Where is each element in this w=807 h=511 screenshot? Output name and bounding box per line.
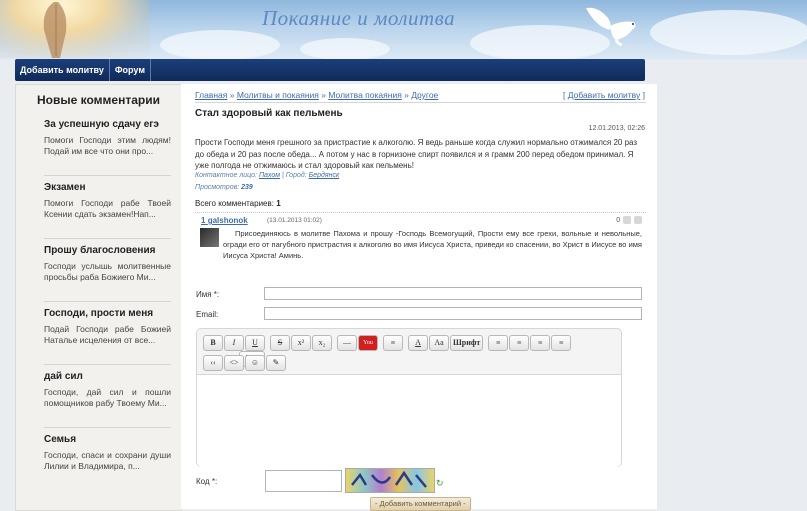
breadcrumb-separator: » bbox=[229, 90, 235, 100]
font-size-select[interactable]: Aa bbox=[429, 335, 449, 351]
sidebar-comment-item: Семья Господи, спаси и сохрани души Лили… bbox=[44, 428, 171, 490]
smiley-button[interactable]: ☺ bbox=[245, 355, 265, 371]
contact-label: Контактное лицо: bbox=[195, 172, 257, 179]
post-body: Прости Господи меня грешного за пристрас… bbox=[195, 138, 638, 170]
sidebar-comment-item: Господи, прости меня Подай Господи рабе … bbox=[44, 302, 171, 365]
post-views: Просмотров: 239 bbox=[195, 184, 253, 191]
sidebar-comment-text: Господи, спаси и сохрани души Лилии и Вл… bbox=[44, 450, 171, 471]
align-left-button[interactable]: ≡ bbox=[488, 335, 509, 351]
font-family-select[interactable]: Шрифт bbox=[450, 335, 484, 351]
total-comments-label: Всего комментариев: bbox=[195, 199, 274, 208]
post-date: 12.01.2013, 02:26 bbox=[588, 125, 645, 132]
breadcrumb-repentance[interactable]: Молитва покаяния bbox=[328, 90, 401, 100]
site-header: Покаяние и молитва bbox=[0, 0, 807, 60]
hr-button[interactable]: — bbox=[337, 335, 357, 351]
sidebar-comment-title[interactable]: За успешную сдачу егэ bbox=[44, 119, 171, 130]
editor-toolbar-row2: ‹‹ <> ☺ ✎ bbox=[203, 355, 291, 371]
total-comments: Всего комментариев: 1 bbox=[195, 199, 281, 208]
breadcrumb-other[interactable]: Другое bbox=[411, 90, 438, 100]
sidebar-comment-title[interactable]: Экзамен bbox=[44, 182, 171, 193]
post-title: Стал здоровый как пельмень bbox=[195, 108, 343, 119]
sidebar-comment-text: Господи услышь молитвенные просьбы раба … bbox=[44, 261, 171, 282]
thumb-down-icon[interactable] bbox=[634, 216, 642, 224]
add-prayer-label[interactable]: Добавить молитву bbox=[568, 90, 641, 100]
sidebar-heading: Новые комментарии bbox=[37, 93, 160, 107]
city-name[interactable]: Бердянск bbox=[309, 172, 340, 179]
subscript-button[interactable]: x₂ bbox=[312, 335, 332, 351]
sidebar-comment-item: дай сил Господи, дай сил и пошли помощни… bbox=[44, 365, 171, 428]
main-nav: Добавить молитву Форум bbox=[15, 59, 645, 81]
views-count: 239 bbox=[241, 184, 253, 191]
contact-name[interactable]: Пахом bbox=[259, 172, 280, 179]
main-content: Главная » Молитвы и покаяния » Молитва п… bbox=[181, 84, 657, 511]
sidebar-comment-item: Прошу благословения Господи услышь молит… bbox=[44, 239, 171, 302]
sidebar-comment-item: За успешную сдачу егэ Помоги Господи эти… bbox=[44, 113, 171, 176]
comment-number: 1 bbox=[201, 216, 206, 225]
comment-author[interactable]: 1 galshonok bbox=[201, 216, 248, 225]
sidebar-comment-text: Подай Господи рабе Божией Наталье исцеле… bbox=[44, 324, 171, 345]
comment-item: 1 galshonok (13.01.2013 01:02) 0 Присоед… bbox=[195, 212, 646, 261]
nav-add-prayer[interactable]: Добавить молитву bbox=[15, 59, 110, 81]
sidebar-comment-title[interactable]: Господи, прости меня bbox=[44, 308, 171, 319]
align-right-button[interactable]: ≡ bbox=[530, 335, 551, 351]
post-meta: Контактное лицо: Пахом | Город: Бердянск bbox=[195, 172, 340, 179]
editor-toolbar-row1: B I U S x² x₂ — You ≡ A Aa Шрифт ≡ ≡ ≡ ≡ bbox=[203, 335, 621, 367]
breadcrumb: Главная » Молитвы и покаяния » Молитва п… bbox=[195, 90, 438, 100]
sidebar-new-comments: Новые комментарии За успешную сдачу егэ … bbox=[15, 84, 182, 511]
code-button[interactable]: <> bbox=[224, 355, 244, 371]
city-label: Город: bbox=[285, 172, 307, 179]
align-justify-button[interactable]: ≡ bbox=[551, 335, 572, 351]
thumb-up-icon[interactable] bbox=[623, 216, 632, 224]
quote-button[interactable]: ‹‹ bbox=[203, 355, 223, 371]
captcha-image bbox=[345, 468, 435, 493]
sidebar-comment-text: Помоги Господи рабе Твоей Ксении сдать э… bbox=[44, 198, 171, 219]
comment-textarea[interactable] bbox=[197, 374, 621, 467]
total-comments-count: 1 bbox=[276, 199, 281, 208]
list-button[interactable]: ≡ bbox=[383, 335, 403, 351]
add-prayer-link[interactable]: [ Добавить молитву ] bbox=[563, 90, 645, 100]
site-title[interactable]: Покаяние и молитва bbox=[262, 6, 455, 31]
youtube-button[interactable]: You bbox=[358, 335, 378, 351]
breadcrumb-separator: » bbox=[404, 90, 409, 100]
nav-forum[interactable]: Форум bbox=[110, 59, 151, 81]
sidebar-comment-title[interactable]: Прошу благословения bbox=[44, 245, 171, 256]
strike-button[interactable]: S bbox=[270, 335, 290, 351]
text-color-button[interactable]: A bbox=[408, 335, 428, 351]
comment-date: (13.01.2013 01:02) bbox=[267, 217, 322, 224]
captcha-label: Код *: bbox=[196, 477, 218, 486]
comment-author-name[interactable]: galshonok bbox=[208, 216, 248, 225]
email-label: Email: bbox=[196, 310, 219, 319]
comment-editor: B I U S x² x₂ — You ≡ A Aa Шрифт ≡ ≡ ≡ ≡… bbox=[196, 328, 622, 467]
divider bbox=[195, 102, 646, 103]
breadcrumb-prayers[interactable]: Молитвы и покаяния bbox=[237, 90, 319, 100]
clear-format-button[interactable]: ✎ bbox=[266, 355, 286, 371]
sidebar-comment-title[interactable]: Семья bbox=[44, 434, 171, 445]
praying-hands-image bbox=[0, 0, 150, 58]
sidebar-comment-text: Господи, дай сил и пошли помощников рабу… bbox=[44, 387, 171, 408]
sidebar-comment-title[interactable]: дай сил bbox=[44, 371, 171, 382]
comment-text: Присоединяюсь в молитве Пахома и прошу -… bbox=[223, 229, 642, 260]
name-field[interactable] bbox=[264, 287, 642, 300]
italic-button[interactable]: I bbox=[224, 335, 244, 351]
avatar bbox=[200, 228, 219, 247]
underline-button[interactable]: U bbox=[245, 335, 265, 351]
bracket-close: ] bbox=[640, 90, 645, 100]
sidebar-comment-item: Экзамен Помоги Господи рабе Твоей Ксении… bbox=[44, 176, 171, 239]
views-label: Просмотров: bbox=[195, 184, 240, 191]
align-center-button[interactable]: ≡ bbox=[509, 335, 530, 351]
bold-button[interactable]: B bbox=[203, 335, 223, 351]
comment-rating: 0 bbox=[616, 216, 642, 224]
captcha-input[interactable] bbox=[265, 470, 342, 492]
email-field[interactable] bbox=[264, 307, 642, 320]
comment-rating-value: 0 bbox=[616, 216, 621, 224]
name-label: Имя *: bbox=[196, 290, 220, 299]
breadcrumb-home[interactable]: Главная bbox=[195, 90, 227, 100]
breadcrumb-separator: » bbox=[321, 90, 326, 100]
sidebar-comment-text: Помоги Господи этим людям!Подай им все ч… bbox=[44, 135, 171, 156]
superscript-button[interactable]: x² bbox=[291, 335, 311, 351]
refresh-captcha-icon[interactable]: ↻ bbox=[436, 478, 444, 489]
dove-icon bbox=[582, 2, 642, 49]
